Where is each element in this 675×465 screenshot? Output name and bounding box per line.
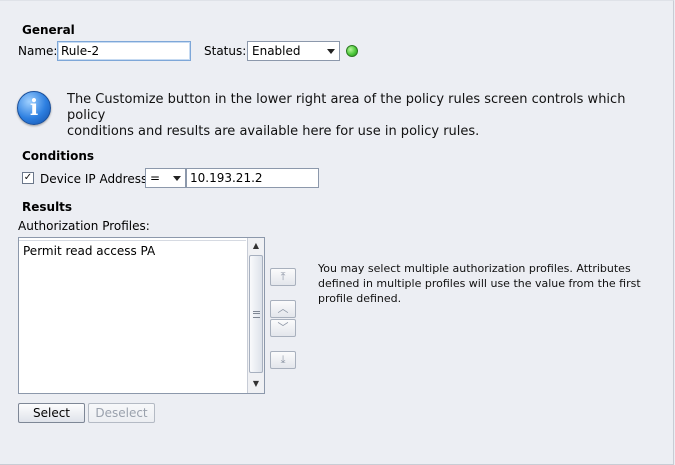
conditions-section-title: Conditions [22, 149, 95, 163]
results-section-title: Results [22, 200, 73, 214]
status-select[interactable]: Enabled [247, 41, 340, 61]
grip-icon [253, 313, 260, 314]
authorization-profiles-list[interactable]: Permit read access PA ▲ ▼ [18, 237, 265, 394]
deselect-button[interactable]: Deselect [88, 403, 155, 423]
info-message: The Customize button in the lower right … [67, 92, 657, 140]
move-to-top-button[interactable]: ⤒ [270, 268, 296, 286]
operator-select-value: = [150, 171, 161, 185]
select-button[interactable]: Select [18, 403, 85, 423]
operator-select[interactable]: = [145, 168, 186, 188]
scroll-up-icon[interactable]: ▲ [248, 239, 264, 253]
status-label: Status: [204, 44, 247, 58]
move-down-button[interactable]: ﹀ [270, 319, 296, 337]
device-ip-label: Device IP Address: [40, 172, 152, 186]
status-indicator-icon [346, 45, 358, 57]
help-line: profile defined. [318, 292, 402, 305]
name-input[interactable]: Rule-2 [57, 41, 191, 61]
move-up-button[interactable]: ︿ [270, 300, 296, 318]
profiles-help-text: You may select multiple authorization pr… [318, 261, 658, 306]
chevron-down-icon [327, 49, 335, 54]
help-line: You may select multiple authorization pr… [318, 262, 631, 275]
scroll-down-icon[interactable]: ▼ [248, 377, 264, 391]
authorization-profiles-label: Authorization Profiles: [18, 219, 150, 233]
info-message-line: conditions and results are available her… [67, 124, 480, 139]
status-select-value: Enabled [252, 44, 301, 58]
name-label: Name: [18, 44, 58, 58]
device-ip-input[interactable]: 10.193.21.2 [186, 168, 319, 188]
move-to-bottom-button[interactable]: ⤓ [270, 351, 296, 369]
general-section-title: General [22, 23, 75, 37]
chevron-down-icon [173, 176, 181, 181]
scroll-thumb[interactable] [249, 255, 263, 373]
info-icon: i [17, 91, 51, 125]
list-header-line [19, 238, 246, 241]
info-message-line: The Customize button in the lower right … [67, 92, 626, 123]
list-item[interactable]: Permit read access PA [23, 244, 155, 258]
list-scrollbar[interactable]: ▲ ▼ [247, 238, 264, 393]
help-line: defined in multiple profiles will use th… [318, 277, 641, 290]
device-ip-checkbox[interactable]: ✓ [22, 172, 34, 184]
